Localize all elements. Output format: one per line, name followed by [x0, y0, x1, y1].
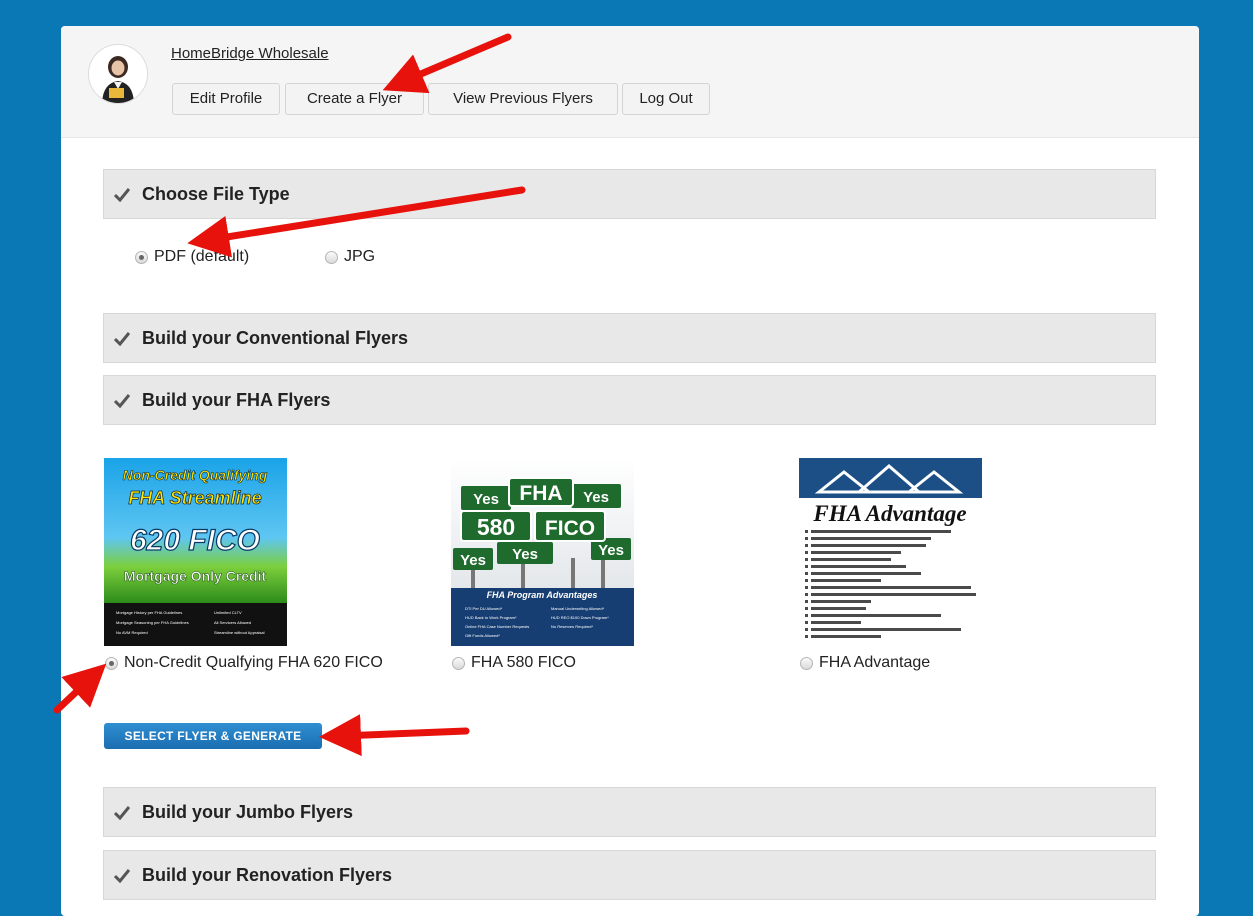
- flyer-620-fico-label[interactable]: Non-Credit Qualfying FHA 620 FICO: [124, 654, 383, 672]
- jpg-radio-label[interactable]: JPG: [344, 248, 375, 266]
- company-name-link[interactable]: HomeBridge Wholesale: [171, 45, 329, 62]
- section-choose-file-type[interactable]: Choose File Type: [103, 169, 1156, 219]
- create-flyer-button[interactable]: Create a Flyer: [285, 83, 424, 115]
- flyer1-bullet: Streamline without Appraisal: [214, 630, 265, 635]
- select-flyer-generate-button[interactable]: SELECT FLYER & GENERATE: [104, 723, 322, 749]
- flyer-fha-advantage-label[interactable]: FHA Advantage: [819, 654, 930, 672]
- flyer2-yes: Yes: [460, 552, 486, 569]
- jpg-radio[interactable]: [325, 251, 338, 264]
- flyer2-sign-fico: FICO: [545, 517, 595, 540]
- avatar: [88, 44, 148, 104]
- flyer2-sign-580: 580: [477, 514, 515, 540]
- pdf-radio-label[interactable]: PDF (default): [154, 248, 249, 266]
- section-renovation-flyers[interactable]: Build your Renovation Flyers: [103, 850, 1156, 900]
- flyer-fha-advantage-radio[interactable]: [800, 657, 813, 670]
- flyer2-yes: Yes: [598, 542, 624, 559]
- section-title: Build your Conventional Flyers: [142, 328, 409, 348]
- section-title: Choose File Type: [142, 184, 290, 204]
- flyer2-bullet: Gift Funds Allowed*: [465, 633, 500, 638]
- section-title: Build your FHA Flyers: [142, 390, 331, 410]
- flyer3-title: FHA Advantage: [812, 501, 966, 526]
- check-icon: [114, 332, 130, 346]
- flyer2-bullet: HUD REO $100 Down Program*: [551, 615, 609, 620]
- flyer2-yes: Yes: [473, 491, 499, 508]
- profile-header: HomeBridge Wholesale Edit Profile Create…: [61, 26, 1199, 138]
- pdf-radio[interactable]: [135, 251, 148, 264]
- section-conventional-flyers[interactable]: Build your Conventional Flyers: [103, 313, 1156, 363]
- flyer1-bullet: No AVM Required: [116, 630, 148, 635]
- flyer2-yes: Yes: [512, 546, 538, 563]
- check-icon: [114, 869, 130, 883]
- view-previous-flyers-button[interactable]: View Previous Flyers: [428, 83, 618, 115]
- flyer-thumbnail-fha-advantage[interactable]: FHA Advantage: [799, 458, 982, 646]
- flyer1-bullet: All Servicers Allowed: [214, 620, 251, 625]
- flyer2-bullet: Online FHA Case Number Requests: [465, 624, 529, 629]
- flyer2-bullet: Manual Underwriting Allowed*: [551, 606, 605, 611]
- section-title: Build your Jumbo Flyers: [142, 802, 354, 822]
- check-icon: [114, 394, 130, 408]
- section-fha-flyers[interactable]: Build your FHA Flyers: [103, 375, 1156, 425]
- flyer-thumbnail-580-fico[interactable]: Yes Yes Yes Yes Yes FHA 580 FICO FHA Pro…: [451, 458, 634, 646]
- flyer-thumbnail-620-fico[interactable]: Non-Credit Qualifying FHA Streamline 620…: [104, 458, 287, 646]
- flyer-580-fico-radio[interactable]: [452, 657, 465, 670]
- flyer2-bullet: HUD Back to Work Program*: [465, 615, 517, 620]
- flyer-620-fico-radio[interactable]: [105, 657, 118, 670]
- flyer1-line2: FHA Streamline: [128, 488, 261, 508]
- flyer1-line4: Mortgage Only Credit: [124, 568, 267, 584]
- flyer2-bullet: DTI Per DU Allowed*: [465, 606, 503, 611]
- flyer1-bullet: Mortgage History per FHA Guidelines: [116, 610, 182, 615]
- check-icon: [114, 188, 130, 202]
- edit-profile-button[interactable]: Edit Profile: [172, 83, 280, 115]
- main-panel: HomeBridge Wholesale Edit Profile Create…: [61, 26, 1199, 916]
- log-out-button[interactable]: Log Out: [622, 83, 710, 115]
- flyer2-yes: Yes: [583, 489, 609, 506]
- check-icon: [114, 806, 130, 820]
- section-title: Build your Renovation Flyers: [142, 865, 393, 885]
- flyer1-bullet: Unlimited CLTV: [214, 610, 242, 615]
- section-jumbo-flyers[interactable]: Build your Jumbo Flyers: [103, 787, 1156, 837]
- flyer2-bullet: No Reserves Required*: [551, 624, 593, 629]
- flyer1-line3: 620 FICO: [130, 524, 260, 557]
- flyer2-banner: FHA Program Advantages: [487, 590, 598, 600]
- flyer2-sign-fha: FHA: [519, 482, 562, 505]
- flyer1-bullet: Mortgage Seasoning per FHA Guidelines: [116, 620, 189, 625]
- flyer-580-fico-label[interactable]: FHA 580 FICO: [471, 654, 576, 672]
- flyer1-line1: Non-Credit Qualifying: [123, 467, 268, 483]
